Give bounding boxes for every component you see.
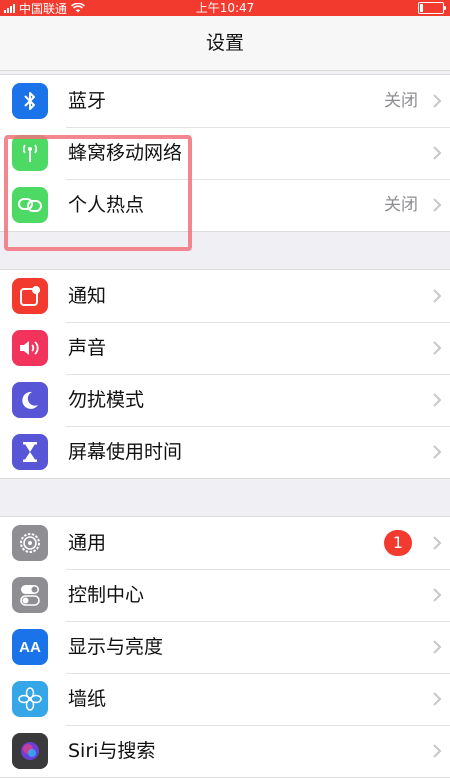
row-value: 关闭	[384, 91, 418, 111]
chevron-right-icon	[433, 445, 442, 459]
settings-row-bluetooth[interactable]: 蓝牙 关闭	[0, 75, 450, 127]
row-label: 勿扰模式	[68, 389, 145, 411]
settings-row-siri-search[interactable]: Siri与搜索	[0, 725, 450, 777]
chevron-right-icon	[433, 198, 442, 212]
settings-row-control-center[interactable]: 控制中心	[0, 569, 450, 621]
settings-row-general[interactable]: 通用 1	[0, 517, 450, 569]
navigation-bar: 设置	[0, 16, 450, 71]
bluetooth-icon	[12, 83, 48, 119]
chevron-right-icon	[433, 692, 442, 706]
chevron-right-icon	[433, 536, 442, 550]
chevron-right-icon	[433, 640, 442, 654]
hourglass-icon	[12, 434, 48, 470]
settings-row-wallpaper[interactable]: 墙纸	[0, 673, 450, 725]
text-size-icon-glyph: AA	[19, 638, 41, 656]
speaker-icon	[12, 330, 48, 366]
row-label: 通知	[68, 285, 107, 307]
chevron-right-icon	[433, 588, 442, 602]
status-time: 上午10:47	[195, 1, 255, 15]
status-bar: 中国联通 上午10:47	[0, 0, 450, 16]
moon-icon	[12, 382, 48, 418]
row-label: 控制中心	[68, 584, 145, 606]
row-label: 屏幕使用时间	[68, 441, 183, 463]
battery-icon	[418, 2, 446, 14]
row-label: 显示与亮度	[68, 636, 164, 658]
row-label: 墙纸	[68, 688, 107, 710]
row-label: Siri与搜索	[68, 740, 156, 762]
row-label: 蓝牙	[68, 90, 107, 112]
notification-badge: 1	[384, 530, 412, 556]
settings-row-sounds[interactable]: 声音	[0, 322, 450, 374]
settings-row-display-brightness[interactable]: AA 显示与亮度	[0, 621, 450, 673]
chevron-right-icon	[433, 744, 442, 758]
row-value: 关闭	[384, 195, 418, 215]
page-title: 设置	[205, 32, 244, 54]
highlight-annotation-box	[4, 135, 192, 251]
gear-icon	[12, 525, 48, 561]
notifications-icon	[12, 278, 48, 314]
settings-group-notifications: 通知 声音 勿扰模式 屏幕使用时间	[0, 269, 450, 479]
siri-icon	[12, 733, 48, 769]
settings-row-screen-time[interactable]: 屏幕使用时间	[0, 426, 450, 478]
chevron-right-icon	[433, 341, 442, 355]
toggles-icon	[12, 577, 48, 613]
row-label: 通用	[68, 532, 107, 554]
chevron-right-icon	[433, 289, 442, 303]
chevron-right-icon	[433, 393, 442, 407]
settings-row-do-not-disturb[interactable]: 勿扰模式	[0, 374, 450, 426]
chevron-right-icon	[433, 146, 442, 160]
row-label: 声音	[68, 337, 107, 359]
wallpaper-flower-icon	[12, 681, 48, 717]
settings-group-general: 通用 1 控制中心 AA 显示与亮度 墙纸 Siri与搜索	[0, 516, 450, 778]
text-size-icon: AA	[12, 629, 48, 665]
chevron-right-icon	[433, 94, 442, 108]
settings-row-notifications[interactable]: 通知	[0, 270, 450, 322]
